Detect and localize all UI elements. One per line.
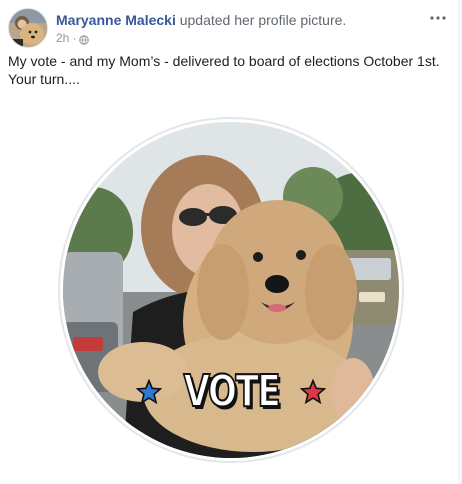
author-name-link[interactable]: Maryanne Malecki: [56, 12, 176, 28]
author-line: Maryanne Malecki updated her profile pic…: [56, 11, 346, 29]
post-header: Maryanne Malecki updated her profile pic…: [8, 8, 454, 48]
blue-star-icon: [135, 379, 162, 405]
profile-picture[interactable]: VOTE: [58, 117, 404, 463]
post-meta: 2h ·: [56, 30, 90, 46]
more-options-button[interactable]: [426, 10, 450, 26]
post-card: Maryanne Malecki updated her profile pic…: [0, 0, 462, 484]
post-body-line: Your turn....: [8, 71, 80, 87]
avatar-image: [9, 9, 47, 47]
globe-icon[interactable]: [79, 33, 90, 45]
vote-sticker-text: VOTE: [182, 365, 281, 418]
author-avatar[interactable]: [8, 8, 48, 48]
card-edge: [458, 0, 462, 484]
meta-separator: ·: [72, 31, 77, 45]
profile-picture-image: VOTE: [63, 122, 399, 458]
more-options-icon: [430, 16, 446, 20]
vote-sticker: VOTE: [63, 365, 399, 418]
post-timestamp[interactable]: 2h: [56, 30, 69, 46]
red-star-icon: [300, 379, 327, 405]
post-action-text: updated her profile picture.: [179, 12, 347, 28]
post-body: My vote - and my Mom’s - delivered to bo…: [8, 52, 454, 88]
post-body-line: My vote - and my Mom’s - delivered to bo…: [8, 53, 440, 69]
